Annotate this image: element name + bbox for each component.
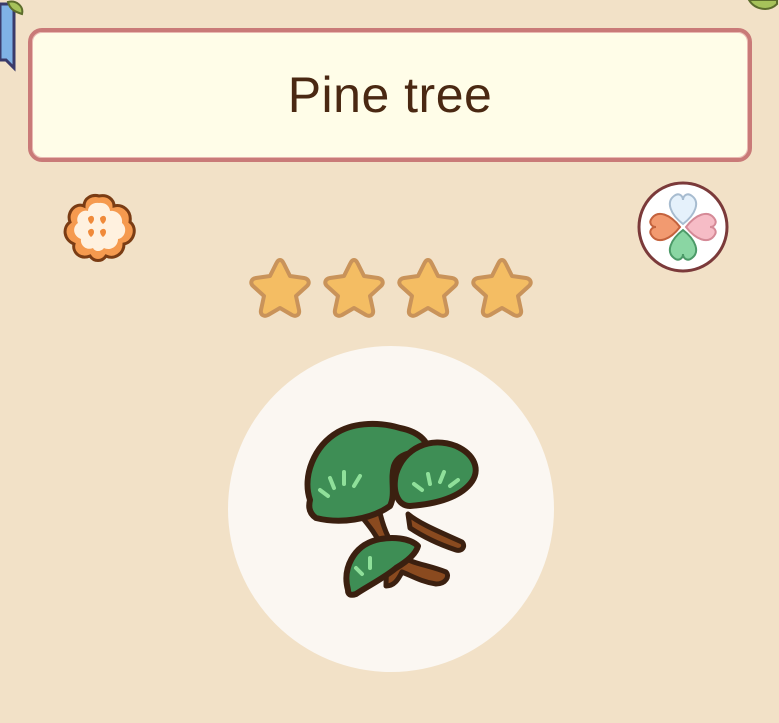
star-icon — [471, 258, 533, 318]
item-name-plate: Pine tree — [28, 28, 752, 162]
star-icon — [323, 258, 385, 318]
corner-decoration-left — [0, 0, 24, 72]
rating-stars — [246, 256, 536, 326]
star-icon — [249, 258, 311, 318]
four-leaf-clover-icon[interactable] — [636, 180, 730, 274]
pine-tree-icon[interactable] — [290, 414, 490, 610]
star-icon — [397, 258, 459, 318]
item-name: Pine tree — [287, 67, 493, 123]
corner-decoration-right — [747, 0, 778, 10]
orange-flower-badge-icon[interactable] — [60, 190, 138, 264]
